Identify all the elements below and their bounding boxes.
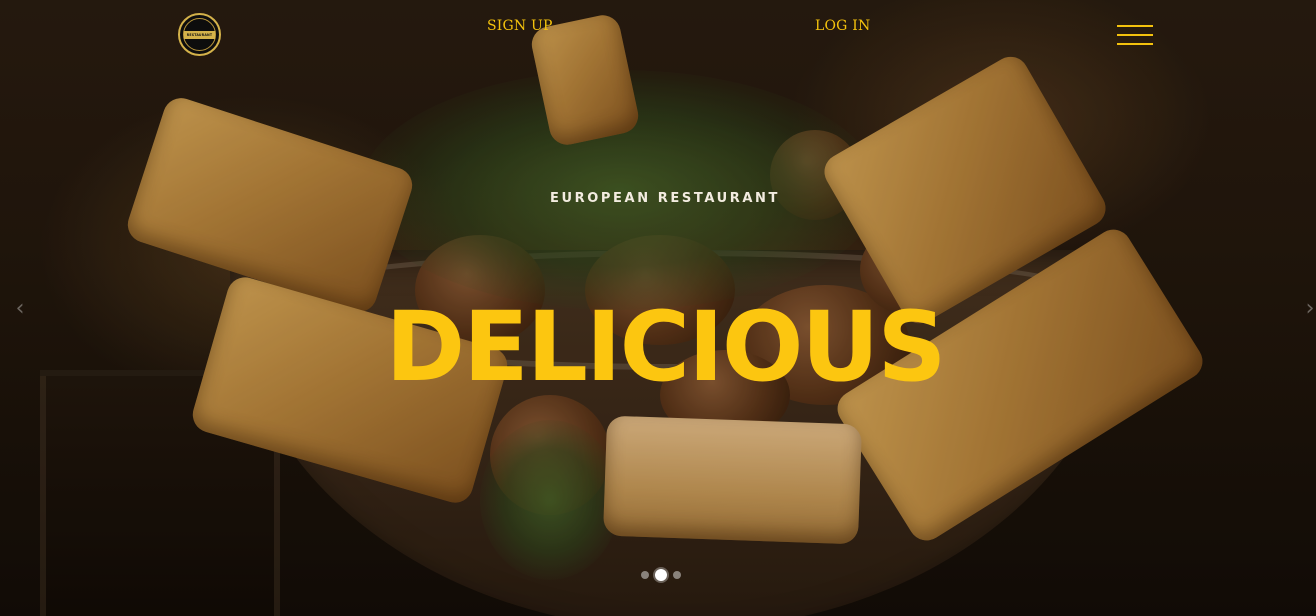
login-link[interactable]: LOG IN (815, 18, 870, 34)
hero-headline: DELICIOUS (385, 291, 946, 403)
menu-bar (1117, 34, 1153, 36)
restaurant-logo[interactable]: RESTAURANT (178, 13, 221, 56)
logo-text: RESTAURANT (184, 30, 215, 39)
menu-bar (1117, 43, 1153, 45)
carousel-dot-3[interactable] (673, 571, 681, 579)
carousel-prev-arrow-icon[interactable]: ‹ (10, 296, 30, 321)
site-header: RESTAURANT SIGN UP LOG IN (0, 0, 1316, 60)
carousel-next-arrow-icon[interactable]: › (1300, 296, 1316, 321)
logo-ring: RESTAURANT (183, 18, 216, 51)
hero-subtitle: EUROPEAN RESTAURANT (550, 191, 780, 206)
carousel-indicators (641, 568, 681, 582)
carousel-dot-2[interactable] (655, 569, 667, 581)
signup-link[interactable]: SIGN UP (487, 18, 553, 34)
carousel-dot-1[interactable] (641, 571, 649, 579)
menu-bar (1117, 25, 1153, 27)
hamburger-icon[interactable] (1117, 24, 1153, 46)
